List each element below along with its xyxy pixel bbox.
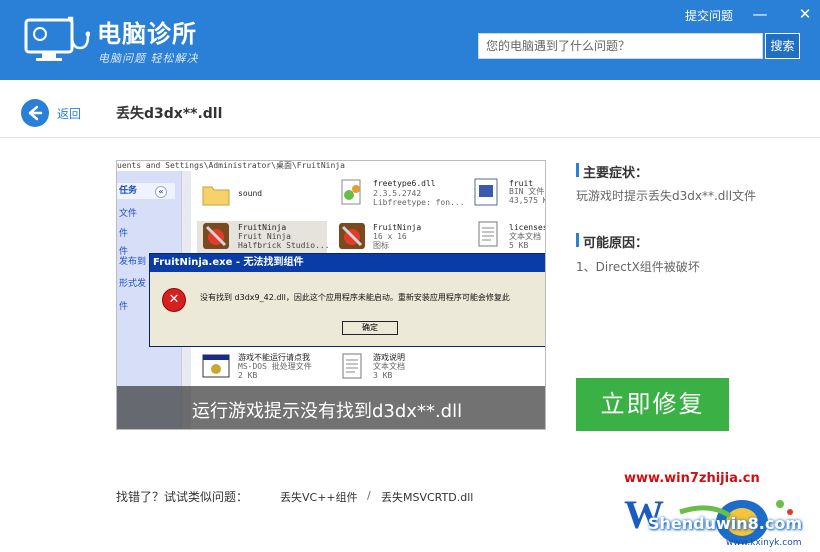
batch-file-icon — [202, 354, 230, 378]
fruitninja-app-icon — [203, 223, 229, 249]
file-detail: 文本文档 3 KB — [373, 362, 405, 380]
dialog-message: 没有找到 d3dx9_42.dll，因此这个应用程序未能启动。重新安装应用程序可… — [200, 293, 510, 302]
app-header: 电脑诊所 电脑问题 轻松解决 提交问题 — ✕ 搜索 — [0, 0, 820, 80]
text-file-icon — [478, 221, 498, 247]
address-path: uents and Settings\Administrator\桌面\Frui… — [117, 161, 345, 170]
dialog-ok-button: 确定 — [342, 321, 398, 335]
back-link[interactable]: 返回 — [57, 105, 81, 122]
collapse-icon: « — [155, 186, 167, 198]
page-title: 丢失d3dx**.dll — [116, 106, 223, 122]
symptoms-text: 玩游戏时提示丢失d3dx**.dll文件 — [576, 189, 757, 203]
search-button[interactable]: 搜索 — [765, 33, 800, 59]
submit-question-link[interactable]: 提交问题 — [685, 7, 733, 24]
file-name: freetype6.dll — [373, 179, 436, 188]
screenshot-caption: 运行游戏提示没有找到d3dx**.dll — [192, 401, 463, 422]
task-item: 发布到 — [119, 257, 147, 267]
link-separator: / — [367, 489, 371, 502]
task-item: 件 — [119, 229, 129, 239]
task-item: 文件 — [119, 209, 138, 219]
task-pane-header: 任务 « — [117, 183, 175, 199]
symptoms-heading: 主要症状： — [583, 166, 649, 181]
error-dialog: FruitNinja.exe - 无法找到组件 ✕ 没有找到 d3dx9_42.… — [149, 253, 545, 347]
text-file-icon — [342, 353, 362, 379]
file-detail: 2.3.5.2742 Libfreetype: fon... — [373, 189, 465, 207]
causes-text: 1、DirectX组件被破坏 — [576, 260, 700, 274]
close-button[interactable]: ✕ — [795, 4, 815, 24]
file-detail: 文本文档 5 KB — [509, 232, 541, 250]
fruitninja-ico-icon — [339, 223, 365, 249]
dll-file-icon — [341, 179, 361, 205]
file-name: licenses — [509, 223, 546, 232]
similar-link-vc[interactable]: 丢失VC++组件 — [280, 489, 358, 505]
section-marker — [576, 163, 579, 177]
file-detail: 16 x 16 图标 — [373, 232, 407, 250]
file-detail: MS-DOS 批处理文件 2 KB — [238, 362, 312, 380]
monitor-stethoscope-icon — [24, 16, 90, 61]
folder-icon — [202, 186, 230, 206]
watermark-url-secondary: www.kxinyk.com — [726, 538, 802, 548]
back-button[interactable] — [21, 99, 49, 127]
file-detail: BIN 文件 43,575 K — [509, 187, 545, 205]
file-name: 游戏说明 — [373, 353, 405, 362]
similar-prefix: 找错了？试试类似问题： — [116, 490, 249, 504]
divider — [0, 137, 820, 138]
similar-link-msvcrtd[interactable]: 丢失MSVCRTD.dll — [381, 489, 473, 505]
app-subtitle: 电脑问题 轻松解决 — [98, 52, 199, 65]
watermark-text: Shenduwin8.com — [648, 514, 803, 533]
dialog-title: FruitNinja.exe - 无法找到组件 — [150, 254, 545, 272]
search-input[interactable] — [478, 33, 763, 59]
task-item: 形式发 — [119, 279, 147, 289]
minimize-button[interactable]: — — [750, 4, 770, 24]
file-name: sound — [238, 189, 263, 198]
file-name: FruitNinja — [238, 223, 287, 232]
fix-now-button[interactable]: 立即修复 — [576, 378, 729, 431]
file-name: 游戏不能运行请点我 — [238, 353, 310, 362]
app-title: 电脑诊所 — [97, 20, 197, 48]
file-detail: Fruit Ninja Halfbrick Studio... — [238, 232, 330, 250]
causes-heading: 可能原因： — [583, 236, 649, 251]
section-marker — [576, 233, 579, 247]
error-icon: ✕ — [162, 288, 186, 312]
file-name: FruitNinja — [373, 223, 422, 232]
problem-screenshot: uents and Settings\Administrator\桌面\Frui… — [116, 160, 546, 430]
task-pane-title: 任务 — [119, 186, 138, 196]
task-item: 件 — [119, 302, 129, 312]
arrow-left-icon — [28, 105, 43, 121]
bin-file-icon — [474, 178, 498, 206]
